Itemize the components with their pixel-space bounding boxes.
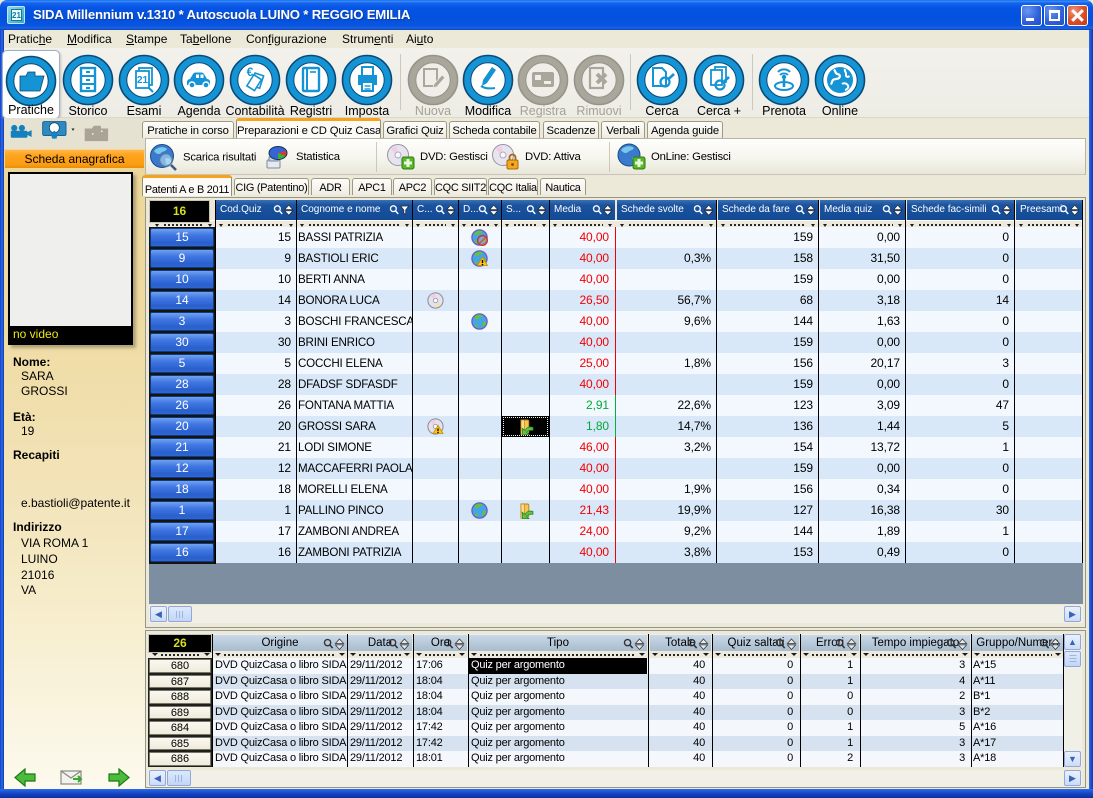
svg-text:21: 21 <box>137 75 149 86</box>
